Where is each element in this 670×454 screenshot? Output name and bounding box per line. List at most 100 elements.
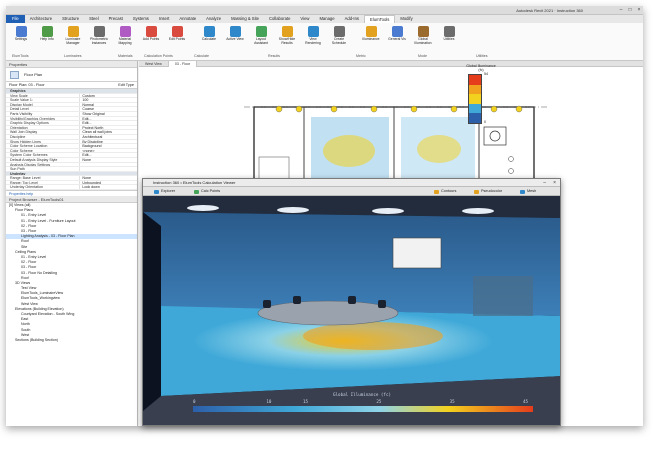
property-key: Orientation bbox=[10, 125, 28, 130]
ribbon-button-utilities[interactable]: Utilities bbox=[438, 26, 460, 52]
ribbon-button-label: Layout Assistant bbox=[254, 37, 268, 45]
maximize-icon[interactable]: □ bbox=[626, 7, 634, 13]
ribbon-tab-view[interactable]: View bbox=[295, 15, 314, 23]
ribbon-button-edit-points[interactable]: Edit Points bbox=[166, 26, 188, 52]
ribbon-button-general-vis[interactable]: General Vis bbox=[386, 26, 408, 52]
calc-tool-icon bbox=[154, 189, 159, 194]
illuminance-scale-bar bbox=[193, 406, 533, 412]
ribbon-group-label: ElumTools bbox=[12, 54, 29, 58]
property-value[interactable] bbox=[79, 162, 137, 167]
property-value[interactable]: 100 bbox=[79, 98, 137, 102]
property-value[interactable]: Project North bbox=[79, 125, 137, 130]
ribbon-button-help-info[interactable]: Help Info bbox=[36, 26, 58, 52]
property-value[interactable]: Unbounded bbox=[79, 180, 137, 185]
legend-swatch bbox=[469, 75, 481, 85]
browser-item-label: North bbox=[21, 322, 30, 327]
calc-tool-contours[interactable]: Contours bbox=[433, 188, 459, 195]
ribbon-icon bbox=[145, 26, 157, 37]
property-value[interactable]: Custom bbox=[79, 93, 137, 98]
scale-label: Global Illuminance (fc) bbox=[333, 392, 391, 397]
property-key: Underlay Orientation bbox=[10, 185, 43, 190]
property-key: Display Model bbox=[10, 102, 33, 107]
property-key: View Scale bbox=[10, 93, 28, 98]
ribbon-icon bbox=[229, 26, 241, 37]
ribbon-button-global-illumination[interactable]: Global Illumination bbox=[412, 26, 434, 52]
edit-type-button[interactable]: Edit Type bbox=[118, 82, 134, 89]
browser-item[interactable]: Sections (Building Section) bbox=[6, 338, 137, 343]
ribbon-group-label: Mode bbox=[418, 54, 427, 58]
property-value[interactable]: Show Original bbox=[79, 111, 137, 116]
legend-bar: 54 0 bbox=[446, 72, 516, 132]
legend-swatch bbox=[469, 113, 481, 123]
rendered-scene[interactable]: 0 10 15 25 35 45 Global Illuminance (fc) bbox=[143, 196, 560, 425]
ribbon-tab-elumtools[interactable]: ElumTools bbox=[364, 15, 396, 23]
property-value[interactable]: <none> bbox=[79, 148, 137, 153]
browser-item-label: Courtyard Elevation - South Wing bbox=[21, 312, 75, 316]
ribbon-button-add-points[interactable]: Add Points bbox=[140, 26, 162, 52]
minimize-icon[interactable]: – bbox=[617, 7, 625, 13]
browser-item-label: Elevations (Building Elevation) bbox=[15, 306, 64, 311]
calc-tool-explorer[interactable]: Explorer bbox=[153, 188, 178, 195]
property-value[interactable]: Architectural bbox=[79, 134, 137, 139]
ribbon-tab-collaborate[interactable]: Collaborate bbox=[264, 15, 295, 23]
ribbon-icon bbox=[281, 26, 293, 37]
property-value[interactable]: Edit... bbox=[79, 116, 137, 121]
property-value[interactable]: Edit... bbox=[79, 153, 137, 157]
calc-tool-pseudocolor[interactable]: Pseudocolor bbox=[473, 188, 505, 195]
ribbon-tab-structure[interactable]: Structure bbox=[57, 15, 84, 23]
ribbon-tab-systems[interactable]: Systems bbox=[128, 15, 154, 23]
left-panels: Properties Floor Plan Floor Plan: 03 - F… bbox=[6, 61, 138, 426]
ribbon-tab-precast[interactable]: Precast bbox=[104, 15, 128, 23]
legend-max: 54 bbox=[484, 72, 488, 76]
ribbon-button-material-mapping[interactable]: Material Mapping bbox=[114, 26, 136, 52]
ribbon-button-luminaire-manager[interactable]: Luminaire Manager bbox=[62, 26, 84, 52]
property-value[interactable]: By Discipline bbox=[79, 139, 137, 144]
ribbon-icon bbox=[15, 26, 27, 37]
ribbon-tab-modify[interactable]: Modify bbox=[395, 15, 417, 23]
calc-close-icon[interactable]: × bbox=[553, 179, 556, 187]
ribbon-tab-architecture[interactable]: Architecture bbox=[25, 15, 57, 23]
calc-tool-icon bbox=[194, 189, 199, 194]
ribbon-button-photometric-instances[interactable]: Photometric Instances bbox=[88, 26, 110, 52]
property-value[interactable]: Coarse bbox=[79, 107, 137, 111]
property-value[interactable]: None bbox=[79, 176, 137, 180]
ribbon-button-view-rendering[interactable]: View Rendering bbox=[302, 26, 324, 52]
property-value[interactable]: Look down bbox=[79, 185, 137, 190]
close-icon[interactable]: × bbox=[635, 7, 643, 13]
browser-item-label: South bbox=[21, 327, 31, 332]
type-selector[interactable]: Floor Plan bbox=[6, 68, 137, 82]
ribbon-button-label: Edit Points bbox=[168, 37, 186, 41]
ribbon-icon bbox=[93, 26, 105, 37]
ribbon-button-settings[interactable]: Settings bbox=[10, 26, 32, 52]
ribbon-button-layout-assistant[interactable]: Layout Assistant bbox=[250, 26, 272, 52]
ribbon-button-illuminance[interactable]: Illuminance bbox=[360, 26, 382, 52]
calc-tool-calc-points[interactable]: Calc Points bbox=[193, 188, 223, 195]
ribbon-tab-analyze[interactable]: Analyze bbox=[201, 15, 226, 23]
calc-tool-icon bbox=[434, 189, 439, 194]
legend-min: 0 bbox=[484, 120, 486, 124]
ribbon-icon bbox=[67, 26, 79, 37]
property-value[interactable]: Normal bbox=[79, 102, 137, 107]
ribbon-tab-file[interactable]: File bbox=[6, 15, 25, 23]
ribbon-icon bbox=[365, 26, 377, 37]
property-key: Discipline bbox=[10, 134, 26, 139]
ribbon-button-show-hide-results[interactable]: Show/Hide Results bbox=[276, 26, 298, 52]
calculation-viewer-window[interactable]: Instruction 360 • ElumTools Calculation … bbox=[142, 178, 561, 426]
ribbon-tab-massing-site[interactable]: Massing & Site bbox=[226, 15, 264, 23]
ribbon-tab-steel[interactable]: Steel bbox=[84, 15, 104, 23]
property-value[interactable]: None bbox=[79, 157, 137, 162]
ribbon-tab-manage[interactable]: Manage bbox=[314, 15, 339, 23]
ribbon-button-active-view[interactable]: Active View bbox=[224, 26, 246, 52]
calc-minimize-icon[interactable]: – bbox=[543, 179, 546, 187]
property-value[interactable]: Background bbox=[79, 144, 137, 148]
ribbon-tab-add-ins[interactable]: Add-Ins bbox=[340, 15, 364, 23]
property-value[interactable]: Clean all wall joins bbox=[79, 130, 137, 134]
ribbon-tab-insert[interactable]: Insert bbox=[154, 15, 174, 23]
property-value[interactable] bbox=[79, 167, 137, 171]
ribbon-button-calculate[interactable]: Calculate bbox=[198, 26, 220, 52]
ribbon-tab-annotate[interactable]: Annotate bbox=[174, 15, 201, 23]
property-value[interactable]: Edit... bbox=[79, 121, 137, 125]
ribbon-button-create-schedule[interactable]: Create Schedule bbox=[328, 26, 350, 52]
calc-tool-mesh[interactable]: Mesh bbox=[519, 188, 539, 195]
ribbon-icon bbox=[203, 26, 215, 37]
